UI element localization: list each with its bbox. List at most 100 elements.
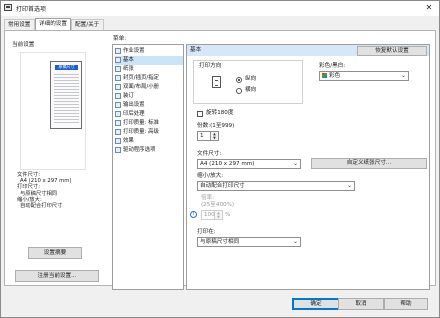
landscape-radio[interactable] [236,88,242,94]
chevron-down-icon: ⌄ [346,182,352,189]
cancel-button[interactable]: 取消 [338,298,384,310]
basic-icon [115,56,121,63]
page-line [54,80,79,81]
tree-item-label: 作业设置 [123,48,145,54]
color-select-value: 彩色 [329,73,341,79]
spin-down-icon[interactable]: ▼ [215,215,222,219]
orientation-label: 打印方向 [199,63,222,70]
color-swatch-icon [322,73,327,78]
current-settings-info: 文件尺寸: A4 (210 x 297 mm) 打印尺寸: 与原稿尺寸相同 缩小… [17,172,72,209]
tree-item-paper[interactable]: 纸张 [115,65,183,74]
chevron-down-icon: ⌄ [400,72,406,79]
quality-advanced-icon [115,128,121,135]
tree-item-duplex-layout[interactable]: 双面/布局/小册 [115,83,183,92]
portrait-page-icon [212,76,221,88]
color-select[interactable]: 彩色 ⌄ [319,71,409,81]
cover-icon [115,74,121,81]
menu-tree: 作业设置 基本 纸张 封页/插页/指定 双面/布局/小册 装订 输出设置 印后处… [112,44,184,290]
duplex-icon [115,83,121,90]
scale-label: 缩小/放大: [197,173,224,179]
scale-select[interactable]: 自动配合打印尺寸 ⌄ [197,181,355,191]
quality-icon [115,119,121,126]
page-line [54,107,79,108]
page-line [54,119,79,120]
driver-options-icon [115,146,121,153]
register-current-settings-button[interactable]: 注册当前设置... [15,270,99,282]
panel-title: 基本 [190,47,202,53]
restore-defaults-button[interactable]: 恢复默认设置 [357,46,427,56]
page-line [54,101,79,102]
print-on-select[interactable]: 与原稿尺寸相同 ⌄ [197,237,301,247]
tree-item-label: 打印质量: 高级 [123,129,159,135]
tree-item-cover-insert[interactable]: 封页/插页/指定 [115,74,183,83]
effects-icon [115,137,121,144]
ratio-label: 倍率: [201,195,215,201]
chevron-down-icon: ⌄ [292,238,298,245]
output-icon [115,101,121,108]
tree-item-label: 双面/布局/小册 [123,84,159,90]
ratio-unit: % [225,212,231,218]
tree-item-output[interactable]: 输出设置 [115,101,183,110]
help-button[interactable]: 帮助 [384,298,428,310]
tree-item-finishing[interactable]: 印后处理 [115,110,183,119]
tree-item-binding[interactable]: 装订 [115,92,183,101]
copies-label: 份数:(1至999) [197,123,235,129]
copies-spinner[interactable]: ▲ ▼ [211,131,219,141]
page-preview-header-text: 原稿尺寸 [58,64,75,69]
info-icon: i [190,211,197,218]
landscape-label: 横向 [245,87,257,93]
settings-summary-button[interactable]: 设置摘要 [28,247,82,259]
spin-down-icon[interactable]: ▼ [211,136,218,140]
tree-item-label: 纸张 [123,66,134,72]
page-line [54,86,79,87]
print-on-label: 打印在: [197,229,216,235]
rotate-180-checkbox[interactable] [197,111,203,117]
title-bar [1,1,439,16]
tree-item-quality-standard[interactable]: 打印质量: 标准 [115,119,183,128]
doc-size-value: A4 (210 x 297 mm) [200,161,255,167]
page-line [54,113,79,114]
page-line [54,74,79,75]
chevron-down-icon: ⌄ [292,160,298,167]
tree-item-label: 基本 [123,57,134,63]
doc-size-select[interactable]: A4 (210 x 297 mm) ⌄ [197,159,301,169]
tree-item-label: 封页/插页/指定 [123,75,159,81]
ratio-spinner[interactable]: ▲ ▼ [215,210,223,220]
tree-item-label: 印后处理 [123,111,145,117]
doc-size-label: 文件尺寸: [197,151,222,157]
page-line [54,77,79,78]
settings-preview: 原稿尺寸 [20,52,86,170]
portrait-radio[interactable] [236,77,242,83]
tree-item-basic[interactable]: 基本 [115,56,183,65]
tree-item-effects[interactable]: 效果 [115,137,183,146]
page-preview-image: 原稿尺寸 [50,61,82,129]
copies-input[interactable]: 1 [197,131,211,141]
page-line [54,95,79,96]
close-icon[interactable]: ✕ [424,3,434,12]
tree-item-driver-options[interactable]: 驱动程序选项 [115,146,183,155]
tree-item-label: 打印质量: 标准 [123,120,159,126]
binding-icon [115,92,121,99]
page-line [54,98,79,99]
tree-item-label: 驱动程序选项 [123,147,156,153]
scale-value: 自动配合打印尺寸 [200,183,245,189]
tree-item-quality-advanced[interactable]: 打印质量: 高级 [115,128,183,137]
tree-item-label: 装订 [123,93,134,99]
page-line [54,89,79,90]
custom-paper-size-button[interactable]: 自定义纸张尺寸... [311,158,427,169]
tree-item-label: 效果 [123,138,134,144]
rotate-180-label: 旋转180度 [206,110,234,116]
page-line [54,122,79,123]
tree-item-label: 输出设置 [123,102,145,108]
menu-label: 菜单: [113,36,127,42]
tree-item-job-settings[interactable]: 作业设置 [115,47,183,56]
page-line [54,92,79,93]
ratio-input[interactable]: 100 [201,210,215,220]
current-settings-label: 当前设置 [12,42,35,48]
page-line [54,110,79,111]
ratio-range: (25至400%) [201,202,235,208]
color-label: 彩色/黑白: [319,63,346,69]
job-settings-icon [115,47,121,54]
ok-button[interactable]: 确定 [292,298,340,310]
page-line [54,104,79,105]
